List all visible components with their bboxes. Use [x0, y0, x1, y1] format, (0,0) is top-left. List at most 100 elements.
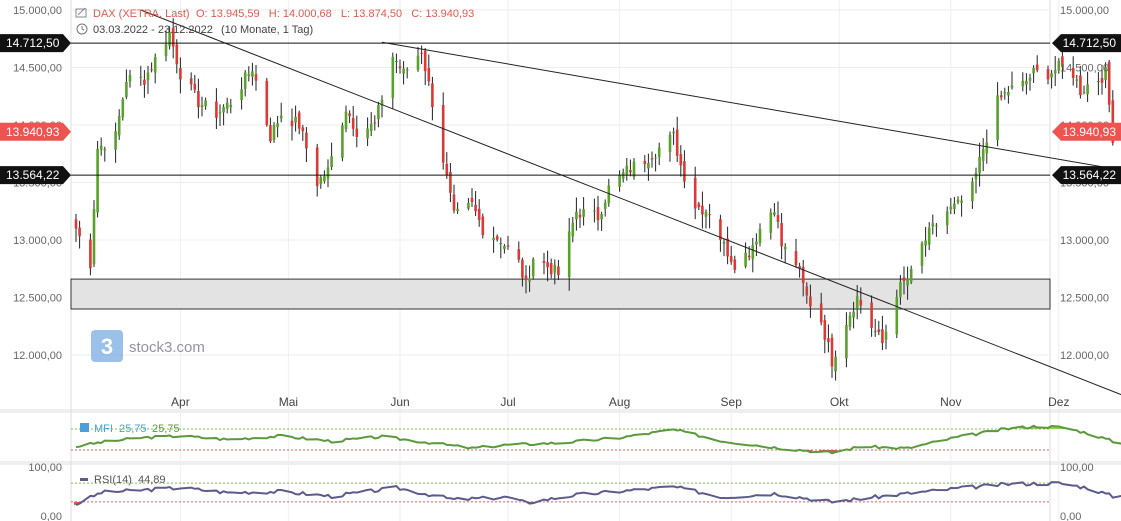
candle-down[interactable]: [830, 337, 834, 367]
candle-down[interactable]: [78, 227, 81, 237]
candle-up[interactable]: [243, 72, 247, 89]
candle-down[interactable]: [143, 79, 146, 85]
candle-up[interactable]: [492, 237, 495, 241]
candle-up[interactable]: [618, 175, 621, 187]
candle-down[interactable]: [999, 95, 1003, 98]
dax-chart[interactable]: 12.000,00 12.000,00 12.500,00 12.500,00 13.0…: [0, 0, 1121, 521]
candle-down[interactable]: [1100, 77, 1104, 83]
candle-up[interactable]: [704, 211, 708, 217]
candle-up[interactable]: [294, 116, 297, 123]
candle-up[interactable]: [146, 72, 150, 81]
candle-up[interactable]: [344, 111, 348, 130]
candle-down[interactable]: [197, 90, 200, 108]
candle-up[interactable]: [467, 202, 470, 209]
candle-up[interactable]: [1028, 77, 1032, 81]
candle-up[interactable]: [218, 111, 222, 114]
pencil-icon[interactable]: [75, 7, 87, 18]
candle-down[interactable]: [827, 338, 830, 343]
candle-up[interactable]: [1050, 73, 1053, 78]
candle-up[interactable]: [164, 44, 168, 56]
candle-down[interactable]: [315, 147, 319, 187]
candle-down[interactable]: [877, 329, 881, 333]
candle-up[interactable]: [319, 177, 323, 184]
candle-up[interactable]: [960, 200, 963, 203]
candle-up[interactable]: [272, 125, 276, 141]
candle-up[interactable]: [405, 69, 409, 71]
candle-down[interactable]: [805, 286, 809, 296]
candle-down[interactable]: [596, 207, 600, 221]
candle-up[interactable]: [456, 208, 459, 212]
candle-down[interactable]: [431, 83, 434, 108]
candle-up[interactable]: [773, 212, 776, 215]
candle-down[interactable]: [301, 127, 305, 132]
candle-up[interactable]: [531, 259, 535, 277]
candle-up[interactable]: [1075, 79, 1079, 81]
candle-up[interactable]: [96, 148, 99, 213]
candle-up[interactable]: [722, 241, 726, 244]
candle-up[interactable]: [895, 296, 899, 335]
candle-down[interactable]: [679, 154, 683, 166]
trendline[interactable]: [381, 41, 1121, 178]
candle-up[interactable]: [247, 73, 251, 76]
candle-up[interactable]: [222, 107, 225, 113]
candle-up[interactable]: [1053, 69, 1057, 74]
candle-down[interactable]: [747, 255, 751, 258]
candle-up[interactable]: [571, 222, 575, 237]
candle-up[interactable]: [121, 99, 125, 118]
candle-down[interactable]: [697, 203, 701, 208]
candle-up[interactable]: [996, 95, 999, 141]
candle-up[interactable]: [204, 100, 207, 107]
candle-down[interactable]: [445, 163, 449, 175]
candle-down[interactable]: [1035, 64, 1039, 71]
candle-up[interactable]: [1032, 67, 1035, 74]
candle-up[interactable]: [985, 142, 989, 154]
candle-up[interactable]: [369, 123, 373, 132]
candle-down[interactable]: [398, 66, 402, 69]
candle-up[interactable]: [567, 231, 571, 278]
candle-up[interactable]: [103, 149, 107, 151]
mfi-line[interactable]: [75, 424, 1121, 455]
candle-up[interactable]: [1010, 85, 1014, 88]
candle-down[interactable]: [819, 303, 823, 323]
candle-down[interactable]: [175, 44, 179, 65]
candle-up[interactable]: [971, 181, 974, 202]
candle-up[interactable]: [981, 148, 985, 161]
candle-down[interactable]: [215, 101, 218, 118]
candle-down[interactable]: [495, 236, 499, 240]
candle-up[interactable]: [139, 76, 143, 78]
candle-down[interactable]: [481, 216, 485, 236]
candle-up[interactable]: [279, 115, 283, 119]
candle-up[interactable]: [1025, 80, 1028, 85]
candle-up[interactable]: [956, 199, 960, 203]
candle-up[interactable]: [416, 55, 420, 70]
candle-up[interactable]: [978, 156, 981, 174]
candle-down[interactable]: [870, 302, 873, 328]
candle-down[interactable]: [265, 80, 269, 126]
candle-down[interactable]: [254, 74, 258, 81]
candle-up[interactable]: [758, 228, 762, 244]
mfi-panel[interactable]: MFI 25,75 25,75: [71, 423, 1121, 455]
candle-down[interactable]: [780, 223, 783, 247]
candle-up[interactable]: [575, 211, 578, 220]
candle-up[interactable]: [668, 134, 672, 152]
candle-down[interactable]: [629, 169, 632, 173]
candle-up[interactable]: [503, 246, 506, 249]
candle-up[interactable]: [528, 278, 531, 282]
candle-up[interactable]: [654, 157, 657, 159]
candle-up[interactable]: [582, 209, 585, 217]
candle-down[interactable]: [675, 129, 679, 156]
candle-up[interactable]: [884, 331, 888, 340]
candle-up[interactable]: [600, 213, 603, 220]
candle-down[interactable]: [708, 214, 711, 216]
candle-down[interactable]: [351, 118, 355, 129]
candle-down[interactable]: [823, 320, 827, 340]
candle-up[interactable]: [927, 227, 931, 245]
candles-layer[interactable]: [74, 18, 1121, 381]
candle-down[interactable]: [348, 113, 351, 117]
candle-down[interactable]: [189, 78, 193, 85]
candle-down[interactable]: [477, 208, 481, 221]
candle-down[interactable]: [794, 251, 798, 266]
candle-down[interactable]: [269, 125, 272, 142]
candle-down[interactable]: [420, 52, 423, 54]
candle-up[interactable]: [924, 240, 927, 246]
